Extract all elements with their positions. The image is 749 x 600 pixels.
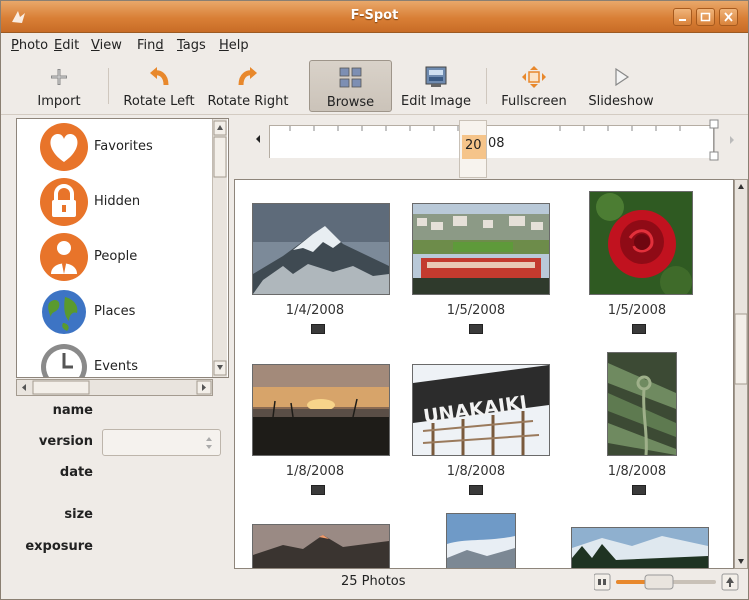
- clock-icon: [41, 344, 87, 377]
- tag-favorites[interactable]: Favorites: [39, 120, 209, 171]
- timeline-left-arrow-icon[interactable]: [254, 133, 262, 145]
- timeline-year-rest: 08: [488, 136, 505, 151]
- photo-version-icon: [311, 485, 325, 495]
- timeline[interactable]: 20 08: [234, 119, 747, 178]
- photo-thumbnail[interactable]: [607, 352, 677, 456]
- tag-list: Favorites Hidden People Places Events: [16, 118, 229, 378]
- photo-version-icon: [469, 324, 483, 334]
- info-version-label: version: [38, 434, 93, 449]
- version-combobox[interactable]: [102, 429, 221, 456]
- photo-thumbnail[interactable]: [252, 364, 390, 456]
- info-date-label: date: [59, 465, 93, 480]
- rotate-left-icon: [150, 67, 169, 86]
- info-exposure-label: exposure: [25, 539, 93, 554]
- photo-version-icon: [632, 324, 646, 334]
- menu-help[interactable]: Help: [219, 38, 249, 53]
- scrollbar-arrows-icon: [22, 380, 212, 395]
- photo-cell[interactable]: 1/5/2008: [557, 185, 717, 345]
- close-icon: [724, 12, 733, 22]
- browse-grid-icon: [339, 67, 361, 88]
- sunset-photo: [253, 365, 389, 455]
- minimize-icon: [679, 19, 686, 21]
- spin-arrows-icon: [206, 437, 212, 449]
- globe-icon: [42, 290, 86, 334]
- tag-hidden[interactable]: Hidden: [39, 175, 209, 226]
- play-icon: [615, 67, 630, 87]
- photo-grid: 1/4/2008 1/5/2008 1/5/2008 1/8/2008 UNAK…: [234, 179, 734, 569]
- tag-list-vertical-scrollbar[interactable]: [212, 119, 227, 377]
- mountain-dusk-photo: [253, 525, 389, 568]
- slideshow-button[interactable]: Slideshow: [583, 60, 659, 112]
- photo-cell[interactable]: 1/5/2008: [396, 185, 556, 345]
- zoom-control[interactable]: [594, 571, 744, 593]
- red-rose-photo: [590, 192, 692, 294]
- maximize-button[interactable]: [696, 8, 715, 26]
- mountain-photo: [253, 204, 389, 294]
- menubar: Photo Edit View Find Tags Help: [1, 34, 748, 58]
- forest-mountain-photo: [572, 528, 708, 568]
- import-button[interactable]: Import: [29, 60, 89, 112]
- photo-thumbnail[interactable]: [252, 203, 390, 295]
- photo-cell[interactable]: 1/8/2008: [235, 346, 395, 506]
- lock-icon: [40, 178, 88, 226]
- fern-photo: [608, 353, 676, 455]
- photo-cell[interactable]: 1/4/2008: [235, 185, 395, 345]
- city-cable-car-photo: [413, 204, 549, 294]
- photo-cell[interactable]: UNAKAIKI 1/8/2008: [396, 346, 556, 506]
- photo-version-icon: [469, 485, 483, 495]
- toolbar-separator: [486, 68, 487, 104]
- timeline-end-handles-icon[interactable]: [709, 119, 721, 161]
- photo-thumbnail[interactable]: [252, 524, 390, 568]
- scrollbar-arrows-icon: [213, 120, 227, 376]
- photo-thumbnail[interactable]: [412, 203, 550, 295]
- photo-version-icon: [311, 324, 325, 334]
- photo-grid-scrollbar[interactable]: [734, 179, 748, 569]
- tag-events[interactable]: Events: [39, 340, 209, 377]
- tag-places[interactable]: Places: [39, 285, 209, 335]
- photo-cell[interactable]: 1/8/2008: [557, 346, 717, 506]
- edit-image-icon: [425, 66, 447, 87]
- menu-edit[interactable]: Edit: [54, 38, 79, 53]
- rotate-right-icon: [238, 67, 257, 86]
- tag-people[interactable]: People: [39, 230, 209, 281]
- fspot-window: F-Spot Photo Edit View Find Tags Help Im…: [0, 0, 749, 600]
- titlebar: F-Spot: [1, 1, 748, 33]
- fullscreen-arrows-icon: [522, 66, 546, 88]
- edit-image-button[interactable]: Edit Image: [397, 60, 475, 112]
- menu-view[interactable]: View: [91, 38, 122, 53]
- tag-list-horizontal-scrollbar[interactable]: [16, 379, 213, 396]
- info-size-label: size: [64, 507, 93, 522]
- punakaiki-sign-photo: UNAKAIKI: [413, 365, 549, 455]
- status-bar: 25 Photos: [1, 569, 748, 599]
- rotate-left-button[interactable]: Rotate Left: [117, 60, 201, 112]
- photo-thumbnail[interactable]: UNAKAIKI: [412, 364, 550, 456]
- timeline-right-arrow-icon[interactable]: [728, 134, 736, 146]
- minimize-button[interactable]: [673, 8, 692, 26]
- close-button[interactable]: [719, 8, 738, 26]
- fullscreen-button[interactable]: Fullscreen: [495, 60, 573, 112]
- toolbar: Import Rotate Left Rotate Right Browse E…: [1, 58, 748, 115]
- photo-thumbnail[interactable]: [571, 527, 709, 568]
- photo-thumbnail[interactable]: [446, 513, 516, 568]
- menu-photo[interactable]: Photo: [11, 38, 48, 53]
- menu-find[interactable]: Find: [137, 38, 164, 53]
- info-name-label: name: [52, 403, 93, 418]
- import-plus-icon: [51, 69, 67, 85]
- window-title: F-Spot: [350, 8, 399, 23]
- timeline-selection[interactable]: 20: [459, 120, 487, 178]
- heart-icon: [40, 123, 88, 171]
- photo-version-icon: [632, 485, 646, 495]
- toolbar-separator: [108, 68, 109, 104]
- rotate-right-button[interactable]: Rotate Right: [204, 60, 292, 112]
- scrollbar-arrows-icon: [734, 184, 748, 564]
- menu-tags[interactable]: Tags: [177, 38, 206, 53]
- sky-mountain-photo: [447, 514, 515, 568]
- person-icon: [40, 233, 88, 281]
- timeline-year-highlighted: 20: [465, 138, 482, 153]
- browse-button[interactable]: Browse: [309, 60, 392, 112]
- maximize-icon: [700, 12, 711, 22]
- photo-thumbnail[interactable]: [589, 191, 693, 295]
- photo-count: 25 Photos: [341, 574, 406, 589]
